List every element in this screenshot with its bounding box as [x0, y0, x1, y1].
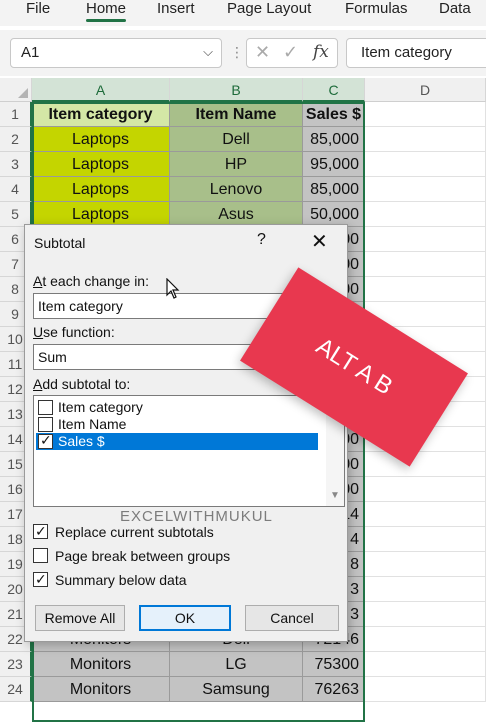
- cell-a2[interactable]: Laptops: [32, 127, 170, 152]
- at-each-change-label: At each change in:: [33, 273, 149, 289]
- cell-a23[interactable]: Monitors: [32, 652, 170, 677]
- cell-a3[interactable]: Laptops: [32, 152, 170, 177]
- use-function-label: Use function:: [33, 324, 115, 340]
- list-item-label: Item Name: [58, 416, 127, 432]
- row-header[interactable]: 1: [0, 102, 32, 127]
- cell-d16[interactable]: [365, 477, 486, 502]
- option-label: Replace current subtotals: [55, 524, 214, 540]
- cell-b2[interactable]: Dell: [170, 127, 303, 152]
- cell-d1[interactable]: [365, 102, 486, 127]
- summary-below-option[interactable]: Summary below data: [33, 570, 187, 589]
- cell-b1[interactable]: Item Name: [170, 102, 303, 127]
- ok-button[interactable]: OK: [139, 605, 231, 631]
- scroll-down-icon[interactable]: ▼: [330, 490, 340, 501]
- list-item[interactable]: Item Name: [36, 416, 318, 433]
- list-item[interactable]: Sales $: [36, 432, 318, 450]
- cell-d7[interactable]: [365, 252, 486, 277]
- add-subtotal-label: Add subtotal to:: [33, 376, 131, 392]
- cell-d2[interactable]: [365, 127, 486, 152]
- add-subtotal-list[interactable]: Item category Item Name Sales $ ▲ ▼: [33, 395, 345, 507]
- list-item-label: Sales $: [58, 433, 105, 449]
- page-break-checkbox[interactable]: [33, 548, 48, 563]
- cell-b23[interactable]: LG: [170, 652, 303, 677]
- watermark-text: EXCELWITHMUKUL: [120, 508, 273, 525]
- more-options-icon[interactable]: ⋮: [230, 44, 244, 61]
- summary-below-checkbox[interactable]: [33, 570, 48, 588]
- row-header[interactable]: 23: [0, 652, 32, 677]
- cell-d24[interactable]: [365, 677, 486, 702]
- row-header[interactable]: 2: [0, 127, 32, 152]
- cell-c2[interactable]: 85,000: [303, 127, 365, 152]
- field-checkbox[interactable]: [38, 400, 53, 415]
- cell-d17[interactable]: [365, 502, 486, 527]
- field-checkbox[interactable]: [38, 417, 53, 432]
- close-icon[interactable]: ✕: [311, 229, 328, 254]
- help-icon[interactable]: ?: [257, 231, 266, 249]
- cell-b24[interactable]: Samsung: [170, 677, 303, 702]
- option-label: Page break between groups: [55, 548, 231, 564]
- tab-page-layout[interactable]: Page Layout: [227, 0, 311, 24]
- tab-file[interactable]: File: [26, 0, 50, 24]
- name-box-value: A1: [21, 44, 40, 61]
- cell-d19[interactable]: [365, 552, 486, 577]
- dialog-title: Subtotal: [34, 235, 86, 251]
- cell-d21[interactable]: [365, 602, 486, 627]
- cell-d23[interactable]: [365, 652, 486, 677]
- formula-bar: A1 ⌵ ⋮ ✕ ✓ fx Item category: [0, 30, 486, 76]
- cell-d22[interactable]: [365, 627, 486, 652]
- row-header[interactable]: 3: [0, 152, 32, 177]
- row-header[interactable]: 4: [0, 177, 32, 202]
- insert-function-icon[interactable]: fx: [313, 42, 329, 62]
- tab-insert[interactable]: Insert: [157, 0, 195, 24]
- cell-b3[interactable]: HP: [170, 152, 303, 177]
- cancel-button[interactable]: Cancel: [245, 605, 339, 631]
- formula-buttons: ✕ ✓ fx: [246, 38, 338, 68]
- tab-home[interactable]: Home: [86, 0, 127, 24]
- list-item-label: Item category: [58, 399, 143, 415]
- replace-subtotals-checkbox[interactable]: [33, 522, 48, 540]
- cell-d8[interactable]: [365, 277, 486, 302]
- mouse-pointer-icon: [166, 278, 180, 299]
- name-box[interactable]: A1 ⌵: [10, 38, 222, 68]
- field-checkbox[interactable]: [38, 432, 53, 449]
- row-header[interactable]: 24: [0, 677, 32, 702]
- list-item[interactable]: Item category: [36, 399, 318, 416]
- cell-d6[interactable]: [365, 227, 486, 252]
- cell-d15[interactable]: [365, 452, 486, 477]
- cell-c4[interactable]: 85,000: [303, 177, 365, 202]
- column-header-b[interactable]: B: [170, 78, 303, 102]
- cancel-icon[interactable]: ✕: [255, 42, 270, 63]
- cell-a4[interactable]: Laptops: [32, 177, 170, 202]
- remove-all-button[interactable]: Remove All: [35, 605, 125, 631]
- column-header-c[interactable]: C: [303, 78, 365, 102]
- option-label: Summary below data: [55, 572, 187, 588]
- column-header-a[interactable]: A: [32, 78, 170, 102]
- cell-c3[interactable]: 95,000: [303, 152, 365, 177]
- cell-d4[interactable]: [365, 177, 486, 202]
- cell-c24[interactable]: 76263: [303, 677, 365, 702]
- cell-a1[interactable]: Item category: [32, 102, 170, 127]
- cell-d3[interactable]: [365, 152, 486, 177]
- tab-formulas[interactable]: Formulas: [345, 0, 408, 24]
- page-break-option[interactable]: Page break between groups: [33, 547, 230, 565]
- cell-c1[interactable]: Sales $: [303, 102, 365, 127]
- column-header-d[interactable]: D: [365, 78, 486, 102]
- ribbon-tabs: File Home Insert Page Layout Formulas Da…: [0, 0, 486, 26]
- replace-subtotals-option[interactable]: Replace current subtotals: [33, 522, 214, 541]
- cell-b4[interactable]: Lenovo: [170, 177, 303, 202]
- formula-input[interactable]: Item category: [346, 38, 486, 68]
- tab-data[interactable]: Data: [439, 0, 471, 24]
- select-all-corner[interactable]: [0, 78, 32, 102]
- confirm-icon[interactable]: ✓: [283, 42, 298, 63]
- cell-d20[interactable]: [365, 577, 486, 602]
- chevron-down-icon[interactable]: ⌵: [203, 44, 213, 60]
- cell-d5[interactable]: [365, 202, 486, 227]
- cell-a24[interactable]: Monitors: [32, 677, 170, 702]
- cell-d18[interactable]: [365, 527, 486, 552]
- cell-c23[interactable]: 75300: [303, 652, 365, 677]
